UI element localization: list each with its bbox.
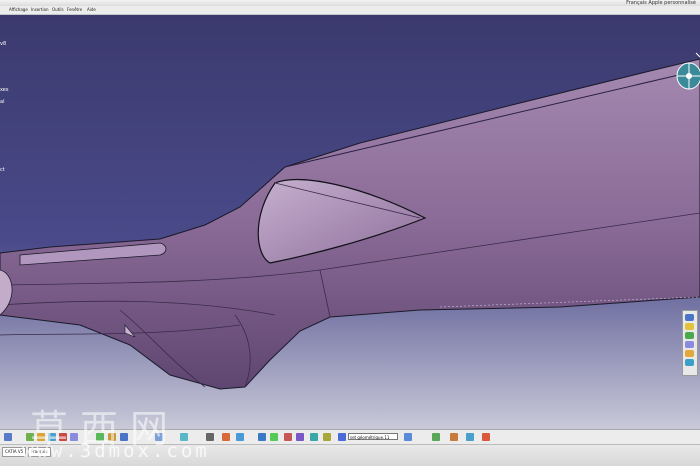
tool-icon[interactable] <box>482 433 490 441</box>
tool-icon[interactable] <box>338 433 346 441</box>
fit-icon[interactable] <box>685 359 694 366</box>
tool-icon[interactable] <box>450 433 458 441</box>
tool-icon[interactable] <box>284 433 292 441</box>
part-model[interactable] <box>0 15 700 429</box>
tool-icon[interactable] <box>323 433 331 441</box>
view-icon[interactable] <box>685 314 694 321</box>
menu-insertion[interactable]: Insertion <box>31 6 49 14</box>
3d-viewport[interactable]: v8 xes al ct <box>0 15 700 429</box>
tool-icon[interactable] <box>404 433 412 441</box>
menu-bar: Affichage Insertion Outils Fenêtre Aide <box>0 6 700 15</box>
menu-affichage[interactable]: Affichage <box>9 6 28 14</box>
tool-icon[interactable] <box>4 433 12 441</box>
tool-icon[interactable] <box>432 433 440 441</box>
watermark-url: www.3dmox.com <box>22 440 210 462</box>
menu-aide[interactable]: Aide <box>87 6 96 14</box>
tool-icon[interactable] <box>258 433 266 441</box>
rotate-icon[interactable] <box>685 332 694 339</box>
compass-icon[interactable] <box>667 51 700 101</box>
tool-icon[interactable] <box>270 433 278 441</box>
menu-fenetre[interactable]: Fenêtre <box>67 6 82 14</box>
right-toolbar <box>682 310 698 376</box>
geometrical-set-select[interactable]: set géométrique.11 <box>348 433 398 440</box>
pan-icon[interactable] <box>685 350 694 357</box>
tool-icon[interactable] <box>236 433 244 441</box>
light-icon[interactable] <box>685 323 694 330</box>
tool-icon[interactable] <box>222 433 230 441</box>
tool-icon[interactable] <box>310 433 318 441</box>
tool-icon[interactable] <box>296 433 304 441</box>
tool-icon[interactable] <box>466 433 474 441</box>
zoom-icon[interactable] <box>685 341 694 348</box>
menu-outils[interactable]: Outils <box>52 6 64 14</box>
